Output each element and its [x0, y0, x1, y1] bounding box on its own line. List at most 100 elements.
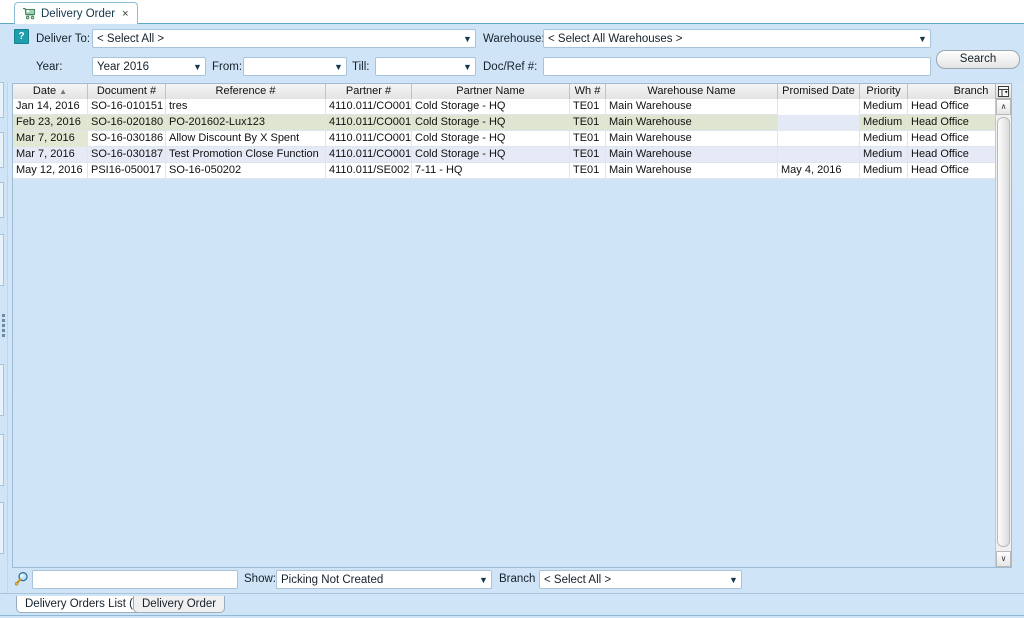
table-cell-date[interactable]: Jan 14, 2016	[13, 99, 88, 115]
table-cell-partner_name[interactable]: Cold Storage - HQ	[412, 147, 570, 163]
magnifier-icon[interactable]	[14, 571, 30, 587]
from-select[interactable]: ▼	[243, 57, 347, 76]
show-value: Picking Not Created	[281, 573, 384, 586]
table-cell-wh[interactable]: TE01	[570, 147, 606, 163]
table-cell-reference[interactable]: SO-16-050202	[166, 163, 326, 179]
table-cell-partner_no[interactable]: 4110.011/CO001	[326, 147, 412, 163]
table-cell-warehouse_name[interactable]: Main Warehouse	[606, 163, 778, 179]
edge-box-4	[0, 182, 4, 218]
table-cell-date[interactable]: May 12, 2016	[13, 163, 88, 179]
grid-column-header-label: Branch	[953, 85, 989, 97]
table-cell-warehouse_name[interactable]: Main Warehouse	[606, 115, 778, 131]
year-value: Year 2016	[97, 60, 150, 73]
table-cell-reference[interactable]: Allow Discount By X Spent	[166, 131, 326, 147]
grid-column-header-label: Document #	[96, 85, 157, 97]
help-icon[interactable]: ?	[14, 29, 29, 44]
table-cell-priority[interactable]: Medium	[860, 131, 908, 147]
warehouse-value: < Select All Warehouses >	[548, 32, 683, 45]
table-cell-wh[interactable]: TE01	[570, 131, 606, 147]
table-cell-promised_date[interactable]	[778, 115, 860, 131]
table-cell-date[interactable]: Mar 7, 2016	[13, 131, 88, 147]
table-cell-partner_name[interactable]: Cold Storage - HQ	[412, 131, 570, 147]
table-cell-reference[interactable]: PO-201602-Lux123	[166, 115, 326, 131]
table-cell-reference[interactable]: Test Promotion Close Function	[166, 147, 326, 163]
table-row[interactable]: Feb 23, 2016 SO-16-020180 PO-201602-Lux123…	[13, 115, 1011, 131]
scroll-down-icon[interactable]: ∨	[996, 551, 1011, 567]
table-cell-priority[interactable]: Medium	[860, 99, 908, 115]
table-cell-document[interactable]: SO-16-010151	[88, 99, 166, 115]
table-cell-warehouse_name[interactable]: Main Warehouse	[606, 147, 778, 163]
table-cell-wh[interactable]: TE01	[570, 163, 606, 179]
table-cell-priority[interactable]: Medium	[860, 115, 908, 131]
till-label: Till:	[352, 61, 370, 73]
grid-column-header-label: Promised Date	[782, 85, 855, 97]
splitter-grip-handle[interactable]	[2, 314, 6, 342]
close-icon[interactable]: ×	[122, 8, 128, 20]
table-cell-date[interactable]: Feb 23, 2016	[13, 115, 88, 131]
grid-column-header-partner_name[interactable]: Partner Name	[412, 84, 570, 99]
deliver-to-value: < Select All >	[97, 32, 165, 45]
table-cell-warehouse_name[interactable]: Main Warehouse	[606, 131, 778, 147]
table-cell-partner_name[interactable]: 7-11 - HQ	[412, 163, 570, 179]
table-cell-partner_name[interactable]: Cold Storage - HQ	[412, 99, 570, 115]
grid-column-header-label: Warehouse Name	[647, 85, 736, 97]
table-row[interactable]: Mar 7, 2016 SO-16-030186 Allow Discount By…	[13, 131, 1011, 147]
grid-body[interactable]: Jan 14, 2016 SO-16-010151 tres 4110.011/CO0…	[13, 99, 1011, 567]
table-cell-partner_no[interactable]: 4110.011/CO001	[326, 131, 412, 147]
table-cell-document[interactable]: SO-16-030187	[88, 147, 166, 163]
show-select[interactable]: Picking Not Created ▼	[276, 570, 492, 589]
table-row[interactable]: Jan 14, 2016 SO-16-010151 tres 4110.011/CO0…	[13, 99, 1011, 115]
quick-search-input[interactable]	[32, 570, 238, 589]
application-window: Delivery Order × ? Deliver To: < Select …	[0, 0, 1024, 618]
table-cell-partner_no[interactable]: 4110.011/CO001	[326, 115, 412, 131]
chevron-down-icon: ▼	[729, 574, 738, 585]
edge-box-5	[0, 234, 4, 286]
scrollbar-thumb[interactable]	[997, 117, 1010, 547]
tab-delivery-orders-list[interactable]: Delivery Orders List (5)	[16, 596, 153, 613]
branch-select[interactable]: < Select All > ▼	[539, 570, 742, 589]
table-cell-partner_name[interactable]: Cold Storage - HQ	[412, 115, 570, 131]
grid-column-header-promised_date[interactable]: Promised Date	[778, 84, 860, 99]
table-cell-warehouse_name[interactable]: Main Warehouse	[606, 99, 778, 115]
tab-delivery-order[interactable]: Delivery Order	[133, 596, 226, 613]
table-cell-priority[interactable]: Medium	[860, 163, 908, 179]
grid-column-header-warehouse_name[interactable]: Warehouse Name	[606, 84, 778, 99]
document-tab-delivery-order[interactable]: Delivery Order ×	[14, 2, 138, 24]
table-row[interactable]: May 12, 2016 PSI16-050017 SO-16-050202 4110…	[13, 163, 1011, 179]
filter-row-secondary: Year: Year 2016 ▼ From: ▼ Till: ▼ Doc/Re…	[0, 54, 1024, 78]
table-cell-wh[interactable]: TE01	[570, 99, 606, 115]
table-cell-priority[interactable]: Medium	[860, 147, 908, 163]
grid-vertical-scrollbar[interactable]: ∧ ∨	[995, 99, 1011, 567]
table-cell-document[interactable]: PSI16-050017	[88, 163, 166, 179]
scroll-up-icon[interactable]: ∧	[996, 99, 1011, 115]
table-cell-promised_date[interactable]: May 4, 2016	[778, 163, 860, 179]
table-cell-document[interactable]: SO-16-020180	[88, 115, 166, 131]
table-cell-promised_date[interactable]	[778, 147, 860, 163]
sort-ascending-icon: ▲	[59, 87, 68, 96]
table-cell-promised_date[interactable]	[778, 131, 860, 147]
year-select[interactable]: Year 2016 ▼	[92, 57, 206, 76]
grid-column-header-reference[interactable]: Reference #	[166, 84, 326, 99]
table-cell-partner_no[interactable]: 4110.011/CO001	[326, 99, 412, 115]
grid-column-header-date[interactable]: Date ▲	[13, 84, 88, 99]
table-cell-date[interactable]: Mar 7, 2016	[13, 147, 88, 163]
table-cell-wh[interactable]: TE01	[570, 115, 606, 131]
deliver-to-select[interactable]: < Select All > ▼	[92, 29, 476, 48]
left-splitter-strip[interactable]	[0, 24, 8, 618]
table-cell-partner_no[interactable]: 4110.011/SE002	[326, 163, 412, 179]
grid-settings-icon[interactable]	[995, 84, 1011, 99]
grid-column-header-document[interactable]: Document #	[88, 84, 166, 99]
table-cell-reference[interactable]: tres	[166, 99, 326, 115]
grid-column-header-priority[interactable]: Priority	[860, 84, 908, 99]
delivery-orders-grid: Date ▲ Document # Reference # Partner # Partn…	[12, 83, 1012, 568]
table-cell-promised_date[interactable]	[778, 99, 860, 115]
table-row[interactable]: Mar 7, 2016 SO-16-030187 Test Promotion Cl…	[13, 147, 1011, 163]
warehouse-select[interactable]: < Select All Warehouses > ▼	[543, 29, 931, 48]
grid-column-header-label: Priority	[866, 85, 901, 97]
docref-input[interactable]	[543, 57, 931, 76]
grid-column-header-wh[interactable]: Wh #	[570, 84, 606, 99]
till-select[interactable]: ▼	[375, 57, 476, 76]
edge-box-2	[0, 82, 4, 118]
table-cell-document[interactable]: SO-16-030186	[88, 131, 166, 147]
grid-column-header-partner_no[interactable]: Partner #	[326, 84, 412, 99]
